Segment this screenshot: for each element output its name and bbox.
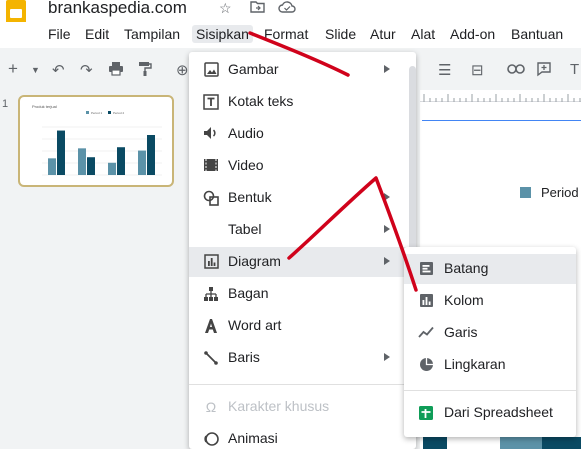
submenu-item-from-sheets[interactable]: Dari Spreadsheet <box>404 398 576 428</box>
thumbnail-bar <box>78 148 86 175</box>
insert-menu: Gambar Kotak teks Audio Video Bentuk Tab… <box>189 52 416 449</box>
diagram-icon <box>203 286 219 302</box>
menu-item-line[interactable]: Baris <box>189 343 416 373</box>
thumbnail-bar <box>117 147 125 175</box>
audio-icon <box>203 126 219 142</box>
image-icon <box>203 62 219 78</box>
thumbnail-bar <box>108 162 116 175</box>
chart-icon <box>203 254 219 270</box>
align-icon[interactable]: ☰ <box>438 61 451 79</box>
star-icon[interactable]: ☆ <box>219 0 232 17</box>
submenu-arrow-icon <box>384 353 390 361</box>
shape-icon <box>203 190 219 206</box>
comment-icon[interactable] <box>536 61 552 81</box>
submenu-item-column[interactable]: Kolom <box>404 286 576 316</box>
menu-arrange[interactable]: Atur <box>370 26 396 42</box>
selection-line <box>422 120 581 121</box>
menu-insert[interactable]: Sisipkan <box>192 25 253 43</box>
menu-item-text-box[interactable]: Kotak teks <box>189 87 416 117</box>
word-art-icon <box>203 318 219 334</box>
paint-format-icon[interactable] <box>138 61 152 80</box>
menu-format[interactable]: Format <box>264 26 308 42</box>
borders-icon[interactable]: ⊟ <box>471 61 484 79</box>
menu-item-special-chars: Ω Karakter khusus <box>189 392 416 422</box>
legend-swatch <box>520 187 531 198</box>
submenu-arrow-icon <box>384 225 390 233</box>
menu-item-diagram[interactable]: Bagan <box>189 279 416 309</box>
menu-bar: File Edit Tampilan Sisipkan Format Slide… <box>0 22 581 48</box>
menu-separator <box>189 384 416 385</box>
thumbnail-legend-label: Period 2 <box>113 111 125 115</box>
menu-slide[interactable]: Slide <box>325 26 356 42</box>
line-icon <box>203 350 219 366</box>
submenu-item-line[interactable]: Garis <box>404 318 576 348</box>
menu-edit[interactable]: Edit <box>85 26 109 42</box>
thumbnail-bar <box>48 158 56 175</box>
thumbnail-bar <box>57 130 65 175</box>
thumbnail-legend-swatch <box>108 111 111 114</box>
menu-item-image[interactable]: Gambar <box>189 55 416 85</box>
menu-file[interactable]: File <box>48 26 71 42</box>
submenu-item-bar[interactable]: Batang <box>404 254 576 284</box>
omega-icon: Ω <box>205 399 217 415</box>
sheets-icon <box>418 405 434 421</box>
move-folder-icon[interactable] <box>250 0 265 16</box>
zoom-icon[interactable]: ⊕ <box>176 61 189 79</box>
thumbnail-bar <box>138 150 146 175</box>
thumbnail-bar <box>147 135 155 175</box>
animation-icon <box>203 431 219 447</box>
submenu-arrow-icon <box>384 193 390 201</box>
undo-icon[interactable]: ↶ <box>52 61 65 79</box>
menu-item-audio[interactable]: Audio <box>189 119 416 149</box>
submenu-item-pie[interactable]: Lingkaran <box>404 350 576 380</box>
thumbnail-legend-swatch <box>86 111 89 114</box>
submenu-arrow-icon <box>384 257 390 265</box>
menu-tools[interactable]: Alat <box>411 26 435 42</box>
menu-addons[interactable]: Add-on <box>450 26 495 42</box>
slide-number: 1 <box>2 98 9 110</box>
menu-item-animation[interactable]: Animasi <box>189 424 416 449</box>
pie-chart-icon <box>418 357 434 373</box>
video-icon <box>203 158 219 174</box>
submenu-separator <box>404 390 576 391</box>
menu-help[interactable]: Bantuan <box>511 26 563 42</box>
menu-item-shape[interactable]: Bentuk <box>189 183 416 213</box>
redo-icon[interactable]: ↷ <box>80 61 93 79</box>
new-slide-icon[interactable]: + <box>8 59 18 79</box>
print-icon[interactable] <box>108 61 124 80</box>
link-icon[interactable] <box>507 61 525 78</box>
slide-thumbnail[interactable]: Produk terjual Period 1 Period 2 <box>18 95 174 187</box>
line-chart-icon <box>418 325 434 341</box>
menu-view[interactable]: Tampilan <box>124 26 180 42</box>
text-box-icon <box>203 94 219 110</box>
column-chart-icon <box>418 293 434 309</box>
document-title[interactable]: brankaspedia.com <box>48 0 187 18</box>
text-tool-icon[interactable]: T <box>570 61 579 78</box>
thumbnail-legend-label: Period 1 <box>91 111 103 115</box>
menu-item-word-art[interactable]: Word art <box>189 311 416 341</box>
title-bar: brankaspedia.com ☆ <box>0 0 581 26</box>
submenu-arrow-icon <box>384 65 390 73</box>
bar-chart-icon <box>418 261 434 277</box>
menu-item-video[interactable]: Video <box>189 151 416 181</box>
chevron-down-icon[interactable]: ▼ <box>31 65 40 75</box>
menu-item-table[interactable]: Tabel <box>189 215 416 245</box>
cloud-status-icon[interactable] <box>278 0 296 16</box>
chart-submenu: Batang Kolom Garis Lingkaran Dari Spread… <box>404 247 576 437</box>
ruler <box>420 90 581 103</box>
menu-item-chart[interactable]: Diagram <box>189 247 416 277</box>
thumbnail-bar <box>87 157 95 175</box>
legend-label: Period <box>541 185 579 200</box>
thumbnail-chart: Period 1 Period 2 <box>42 111 162 176</box>
